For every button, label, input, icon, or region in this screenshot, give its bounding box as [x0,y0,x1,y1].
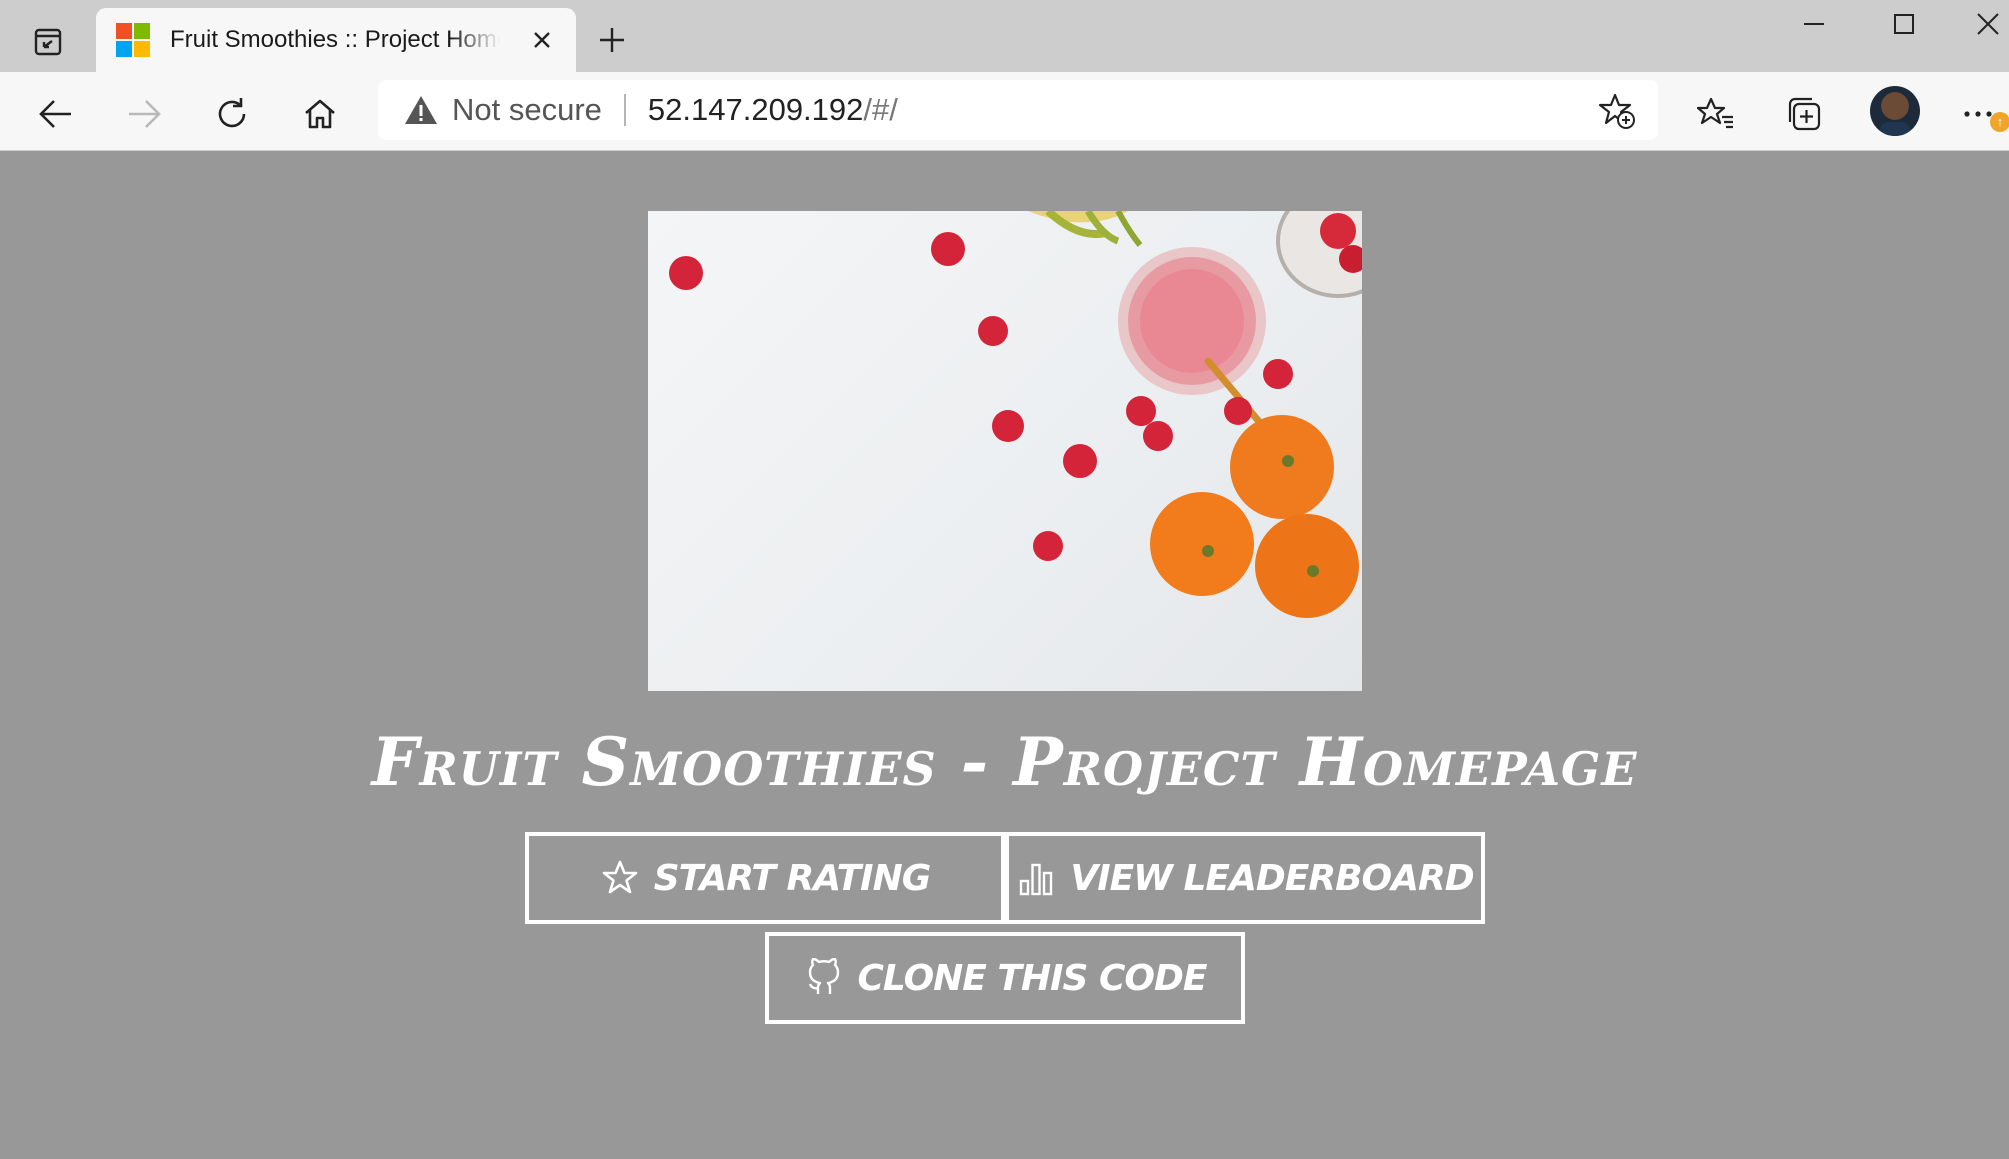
tab-strip: Fruit Smoothies :: Project Homepage [0,0,2009,72]
address-bar[interactable]: Not secure 52.147.209.192/#/ [378,80,1658,140]
collections-button[interactable] [1780,90,1828,138]
new-tab-button[interactable] [592,20,632,60]
home-button[interactable] [298,92,342,136]
profile-avatar[interactable] [1870,86,1920,136]
forward-arrow-icon [129,100,161,128]
start-rating-button[interactable]: Start Rating [525,832,1005,924]
favorites-icon [1697,97,1733,129]
favorites-button[interactable] [1692,90,1740,138]
bar-chart-icon [1016,858,1056,898]
maximize-button[interactable] [1874,4,1934,44]
url-path: /#/ [863,92,898,127]
view-leaderboard-button[interactable]: View Leaderboard [1005,832,1485,924]
address-separator [623,94,626,126]
clone-code-button[interactable]: Clone This Code [765,932,1245,1024]
forward-button[interactable] [122,92,166,136]
security-status-label[interactable]: Not secure [452,92,602,128]
close-window-icon [1976,13,1999,35]
add-favorite-button[interactable] [1598,92,1636,130]
back-arrow-icon [39,100,71,128]
browser-toolbar: Not secure 52.147.209.192/#/ ↑ [0,72,2009,151]
view-leaderboard-label: View Leaderboard [1070,857,1474,899]
page-content: Fruit Smoothies - Project Homepage Start… [0,151,2009,1159]
github-icon [804,958,844,998]
close-icon [534,32,550,48]
add-favorite-icon [1598,93,1635,129]
close-window-button[interactable] [1966,4,2009,44]
collections-icon [1788,97,1821,131]
home-icon [305,99,335,129]
back-button[interactable] [34,92,78,136]
page-title: Fruit Smoothies - Project Homepage [371,723,1638,801]
hero-image [648,211,1362,691]
warning-icon[interactable] [404,93,438,127]
update-badge-icon: ↑ [1990,112,2009,132]
start-rating-label: Start Rating [653,857,932,899]
tab-actions-button[interactable] [22,20,74,64]
plus-icon [600,28,624,52]
url-text[interactable]: 52.147.209.192/#/ [648,92,898,128]
minimize-icon [1804,23,1824,25]
browser-tab-active[interactable]: Fruit Smoothies :: Project Homepage [96,8,576,72]
clone-code-label: Clone This Code [857,957,1208,999]
maximize-icon [1894,14,1914,34]
more-icon [1964,111,1992,117]
refresh-button[interactable] [210,92,254,136]
close-tab-button[interactable] [528,26,556,54]
star-icon [600,858,640,898]
tab-title: Fruit Smoothies :: Project Homepage [170,26,500,53]
tab-actions-icon [34,28,62,56]
url-host: 52.147.209.192 [647,92,864,127]
refresh-icon [218,98,246,128]
microsoft-logo-icon [116,23,150,57]
minimize-button[interactable] [1784,4,1844,44]
